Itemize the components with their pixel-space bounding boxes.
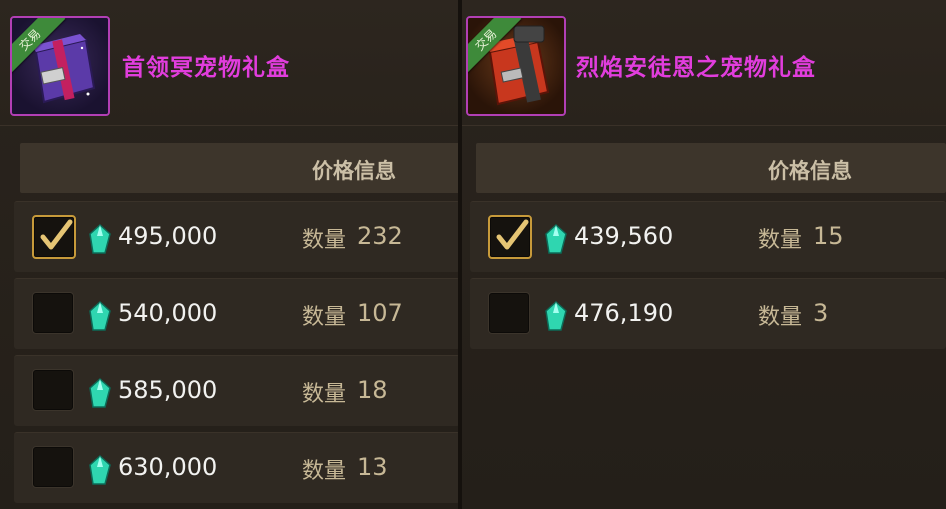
quantity-label: 数量 (758, 305, 803, 330)
item-header: 交易 首领冥宠物礼盒 (0, 0, 460, 126)
crystal-gem-icon (89, 455, 111, 485)
item-icon[interactable]: 交易 (10, 16, 110, 116)
crystal-gem-icon (89, 301, 111, 331)
checkmark-icon (496, 219, 529, 250)
checkmark-icon (40, 219, 73, 250)
crystal-gem-icon (89, 378, 111, 408)
crystal-gem-icon (545, 301, 567, 331)
listing-row[interactable]: 476,190 数量 3 (470, 278, 946, 349)
listing-price: 540,000 (118, 299, 218, 327)
quantity-label: 数量 (302, 228, 347, 253)
item-icon[interactable]: 交易 (466, 16, 566, 116)
item-title: 烈焰安徒恩之宠物礼盒 (576, 55, 816, 81)
listing-checkbox[interactable] (32, 215, 76, 259)
quantity-value: 13 (357, 453, 388, 481)
listing-price: 439,560 (574, 222, 674, 250)
item-header: 交易 烈焰安徒恩之宠物礼盒 (462, 0, 946, 126)
quantity-value: 107 (357, 299, 403, 327)
item-panel-right: 交易 烈焰安徒恩之宠物礼盒 价格信息 439,560 数量 15 476,190… (462, 0, 946, 509)
price-header-label: 价格信息 (768, 159, 852, 183)
listing-price: 630,000 (118, 453, 218, 481)
listing-checkbox[interactable] (488, 215, 532, 259)
quantity-label: 数量 (302, 305, 347, 330)
listing-row[interactable]: 495,000 数量 232 (14, 201, 460, 272)
item-panel-left: 交易 首领冥宠物礼盒 价格信息 495,000 数量 232 540,000 数… (0, 0, 460, 509)
item-title: 首领冥宠物礼盒 (122, 55, 290, 81)
crystal-gem-icon (545, 224, 567, 254)
listing-checkbox[interactable] (32, 292, 74, 334)
quantity-value: 3 (813, 299, 829, 327)
listing-row[interactable]: 540,000 数量 107 (14, 278, 460, 349)
listing-row[interactable]: 439,560 数量 15 (470, 201, 946, 272)
quantity-label: 数量 (302, 459, 347, 484)
listing-checkbox[interactable] (32, 369, 74, 411)
price-header-bar: 价格信息 (20, 143, 460, 193)
price-header-label: 价格信息 (312, 159, 396, 183)
listing-checkbox[interactable] (32, 446, 74, 488)
quantity-label: 数量 (758, 228, 803, 253)
price-header-bar: 价格信息 (476, 143, 946, 193)
quantity-value: 18 (357, 376, 388, 404)
listing-checkbox[interactable] (488, 292, 530, 334)
listing-row[interactable]: 630,000 数量 13 (14, 432, 460, 503)
quantity-value: 232 (357, 222, 403, 250)
crystal-gem-icon (89, 224, 111, 254)
listing-price: 476,190 (574, 299, 674, 327)
quantity-label: 数量 (302, 382, 347, 407)
quantity-value: 15 (813, 222, 844, 250)
listing-price: 585,000 (118, 376, 218, 404)
listing-price: 495,000 (118, 222, 218, 250)
listing-row[interactable]: 585,000 数量 18 (14, 355, 460, 426)
